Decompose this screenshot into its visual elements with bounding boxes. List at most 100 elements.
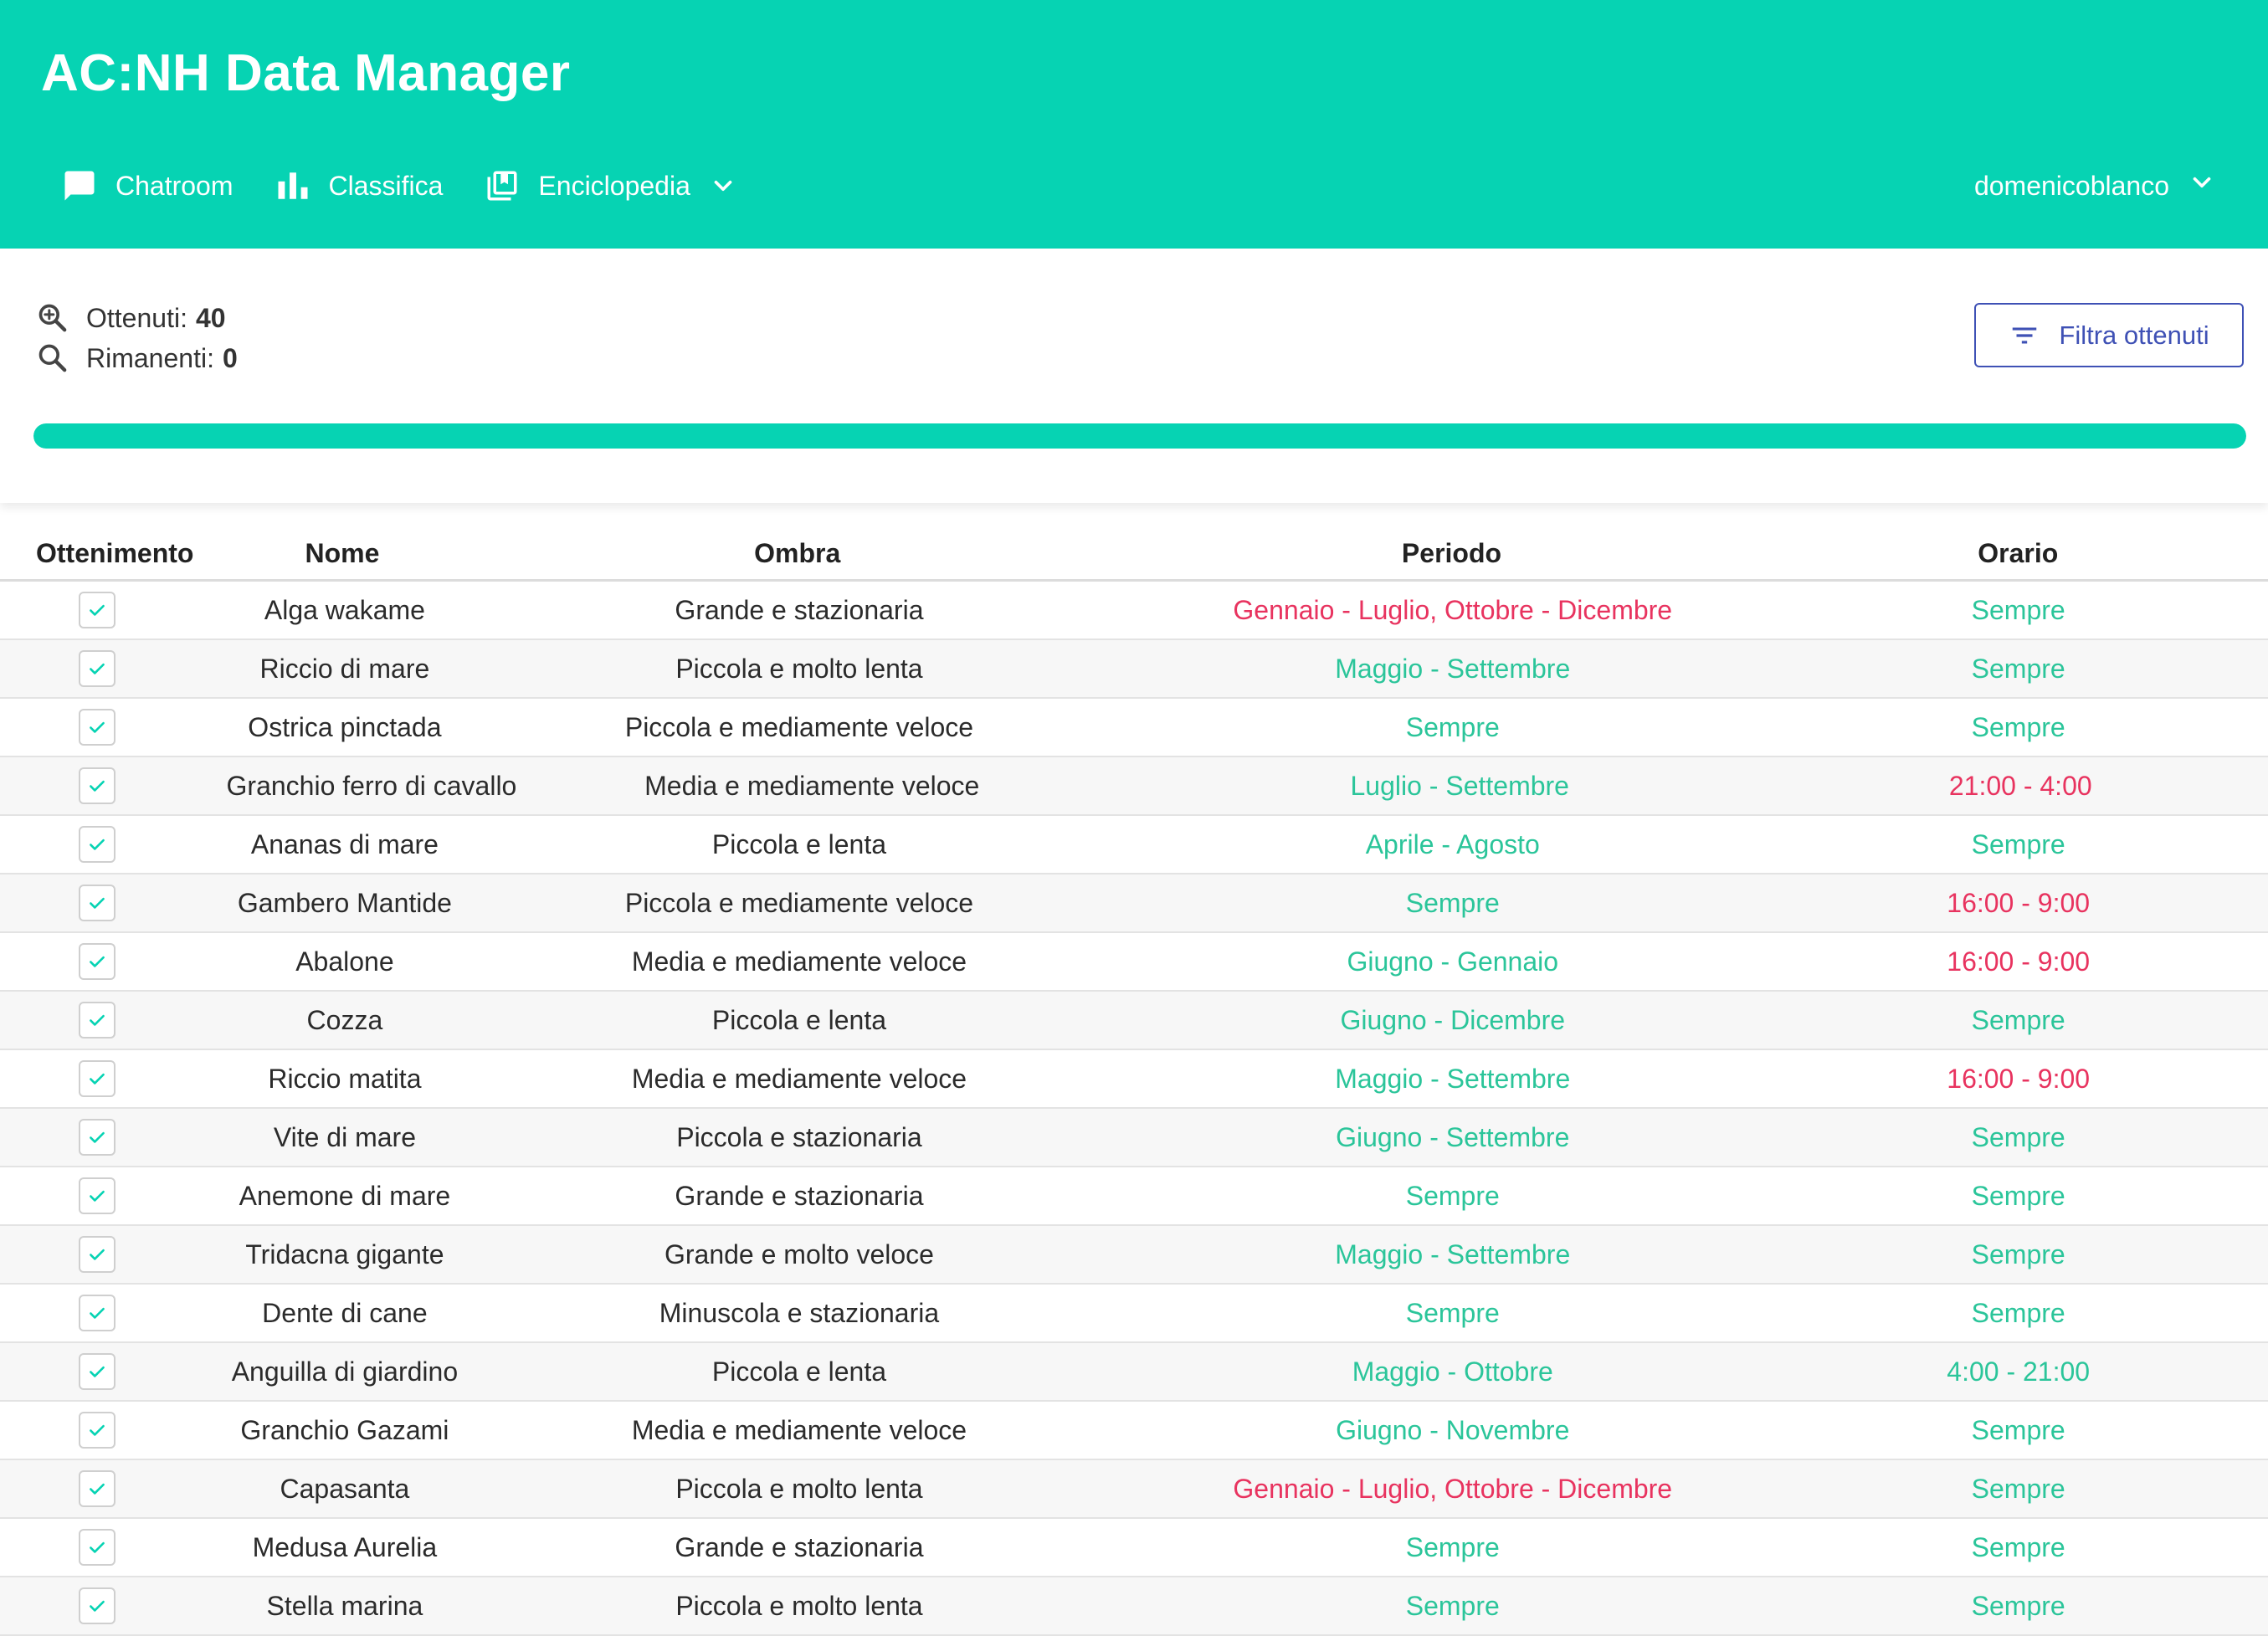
obtained-checkbox[interactable] <box>79 885 115 921</box>
user-menu[interactable]: domenicoblanco <box>1974 161 2216 211</box>
shadow-cell: Media e mediamente veloce <box>631 1063 967 1094</box>
column-header-ottenimento[interactable]: Ottenimento <box>0 538 225 569</box>
name-cell: Tridacna gigante <box>245 1239 444 1269</box>
obtained-checkbox[interactable] <box>79 1529 115 1566</box>
check-icon <box>86 951 108 972</box>
check-icon <box>86 599 108 621</box>
check-icon <box>86 1126 108 1148</box>
chevron-down-icon <box>2188 168 2216 203</box>
name-cell: Gambero Mantide <box>237 887 452 918</box>
obtained-checkbox[interactable] <box>79 1412 115 1449</box>
nav-item-classifica[interactable]: Classifica <box>275 168 444 203</box>
table-row: Gambero Mantide Piccola e mediamente vel… <box>0 874 2268 933</box>
table-row: Alga wakame Grande e stazionaria Gennaio… <box>0 582 2268 640</box>
table-row: Vite di mare Piccola e stazionaria Giugn… <box>0 1109 2268 1167</box>
name-cell: Riccio matita <box>268 1063 422 1094</box>
remaining-label: Rimanenti: <box>86 342 214 373</box>
nav-item-label: Classifica <box>328 170 444 201</box>
obtained-checkbox[interactable] <box>79 1295 115 1331</box>
column-header-periodo[interactable]: Periodo <box>1135 538 1768 569</box>
check-icon <box>86 1068 108 1090</box>
period-cell: Giugno - Dicembre <box>1340 1004 1566 1035</box>
obtained-checkbox[interactable] <box>79 1002 115 1039</box>
obtained-checkbox[interactable] <box>79 1119 115 1156</box>
time-cell: Sempre <box>1971 653 2065 684</box>
shadow-cell: Grande e stazionaria <box>675 1180 924 1211</box>
period-cell: Gennaio - Luglio, Ottobre - Dicembre <box>1233 1473 1673 1504</box>
obtained-cell <box>0 1353 228 1390</box>
name-cell: Ananas di mare <box>250 828 439 859</box>
table-row: Stella marina Piccola e molto lenta Semp… <box>0 1577 2268 1636</box>
obtained-checkbox[interactable] <box>79 650 115 687</box>
obtained-value: 40 <box>195 302 226 333</box>
obtained-cell <box>0 1177 228 1214</box>
shadow-cell: Piccola e lenta <box>711 828 887 859</box>
table-row: Ananas di mare Piccola e lenta Aprile - … <box>0 816 2268 874</box>
name-cell: Capasanta <box>280 1473 410 1504</box>
period-cell: Sempre <box>1405 711 1500 742</box>
shadow-cell: Piccola e molto lenta <box>675 1590 923 1621</box>
period-cell: Aprile - Agosto <box>1365 828 1540 859</box>
obtained-cell <box>0 1295 228 1331</box>
time-cell: Sempre <box>1971 1590 2065 1621</box>
time-cell: 4:00 - 21:00 <box>1947 1356 2091 1387</box>
nav-item-chatroom[interactable]: Chatroom <box>62 168 233 203</box>
table-row: Ostrica pinctada Piccola e mediamente ve… <box>0 699 2268 757</box>
obtained-checkbox[interactable] <box>79 1177 115 1214</box>
obtained-checkbox[interactable] <box>79 1470 115 1507</box>
obtained-checkbox[interactable] <box>79 1587 115 1624</box>
filter-obtained-button[interactable]: Filtra ottenuti <box>1974 303 2244 367</box>
nav-item-enciclopedia[interactable]: Enciclopedia <box>485 168 736 203</box>
period-cell: Gennaio - Luglio, Ottobre - Dicembre <box>1233 594 1673 625</box>
check-icon <box>86 1536 108 1558</box>
obtained-cell <box>0 1060 228 1097</box>
summary-panel: Ottenuti: 40 Rimanenti: 0 Filtra ottenut… <box>0 249 2268 503</box>
column-header-orario[interactable]: Orario <box>1768 538 2268 569</box>
app-title: AC:NH Data Manager <box>41 44 571 102</box>
obtained-checkbox[interactable] <box>79 767 115 804</box>
progress-bar <box>33 423 2246 449</box>
obtained-checkbox[interactable] <box>79 1060 115 1097</box>
time-cell: Sempre <box>1971 828 2065 859</box>
name-cell: Stella marina <box>266 1590 423 1621</box>
period-cell: Maggio - Ottobre <box>1352 1356 1553 1387</box>
obtained-cell <box>0 1119 228 1156</box>
collection-table: Ottenimento Nome Ombra Periodo Orario Al… <box>0 527 2268 1636</box>
zoom-search-icon <box>36 301 86 335</box>
name-cell: Vite di mare <box>273 1121 416 1152</box>
column-header-ombra[interactable]: Ombra <box>459 538 1135 569</box>
shadow-cell: Piccola e mediamente veloce <box>624 711 974 742</box>
table-row: Riccio matita Media e mediamente veloce … <box>0 1050 2268 1109</box>
obtained-cell <box>0 885 228 921</box>
obtained-checkbox[interactable] <box>79 1236 115 1273</box>
period-cell: Maggio - Settembre <box>1335 653 1571 684</box>
obtained-cell <box>0 1002 228 1039</box>
column-header-nome[interactable]: Nome <box>225 538 459 569</box>
name-cell: Anguilla di giardino <box>231 1356 459 1387</box>
name-cell: Anemone di mare <box>239 1180 451 1211</box>
library-icon <box>485 168 520 203</box>
obtained-cell <box>0 1236 228 1273</box>
filter-button-label: Filtra ottenuti <box>2059 320 2209 350</box>
shadow-cell: Piccola e stazionaria <box>676 1121 922 1152</box>
obtained-checkbox[interactable] <box>79 826 115 863</box>
obtained-checkbox[interactable] <box>79 709 115 746</box>
obtained-checkbox[interactable] <box>79 592 115 628</box>
time-cell: Sempre <box>1971 1121 2065 1152</box>
name-cell: Granchio Gazami <box>240 1414 449 1445</box>
bar-chart-icon <box>275 168 310 203</box>
table-row: Anguilla di giardino Piccola e lenta Mag… <box>0 1343 2268 1402</box>
time-cell: 16:00 - 9:00 <box>1947 946 2091 977</box>
obtained-checkbox[interactable] <box>79 943 115 980</box>
time-cell: 16:00 - 9:00 <box>1947 887 2091 918</box>
shadow-cell: Piccola e molto lenta <box>675 1473 923 1504</box>
table-row: Abalone Media e mediamente veloce Giugno… <box>0 933 2268 992</box>
time-cell: Sempre <box>1971 1239 2065 1269</box>
shadow-cell: Media e mediamente veloce <box>644 770 980 801</box>
name-cell: Ostrica pinctada <box>248 711 442 742</box>
remaining-value: 0 <box>222 342 238 373</box>
obtained-checkbox[interactable] <box>79 1353 115 1390</box>
time-cell: Sempre <box>1971 594 2065 625</box>
shadow-cell: Grande e molto veloce <box>664 1239 934 1269</box>
time-cell: 21:00 - 4:00 <box>1948 770 2092 801</box>
